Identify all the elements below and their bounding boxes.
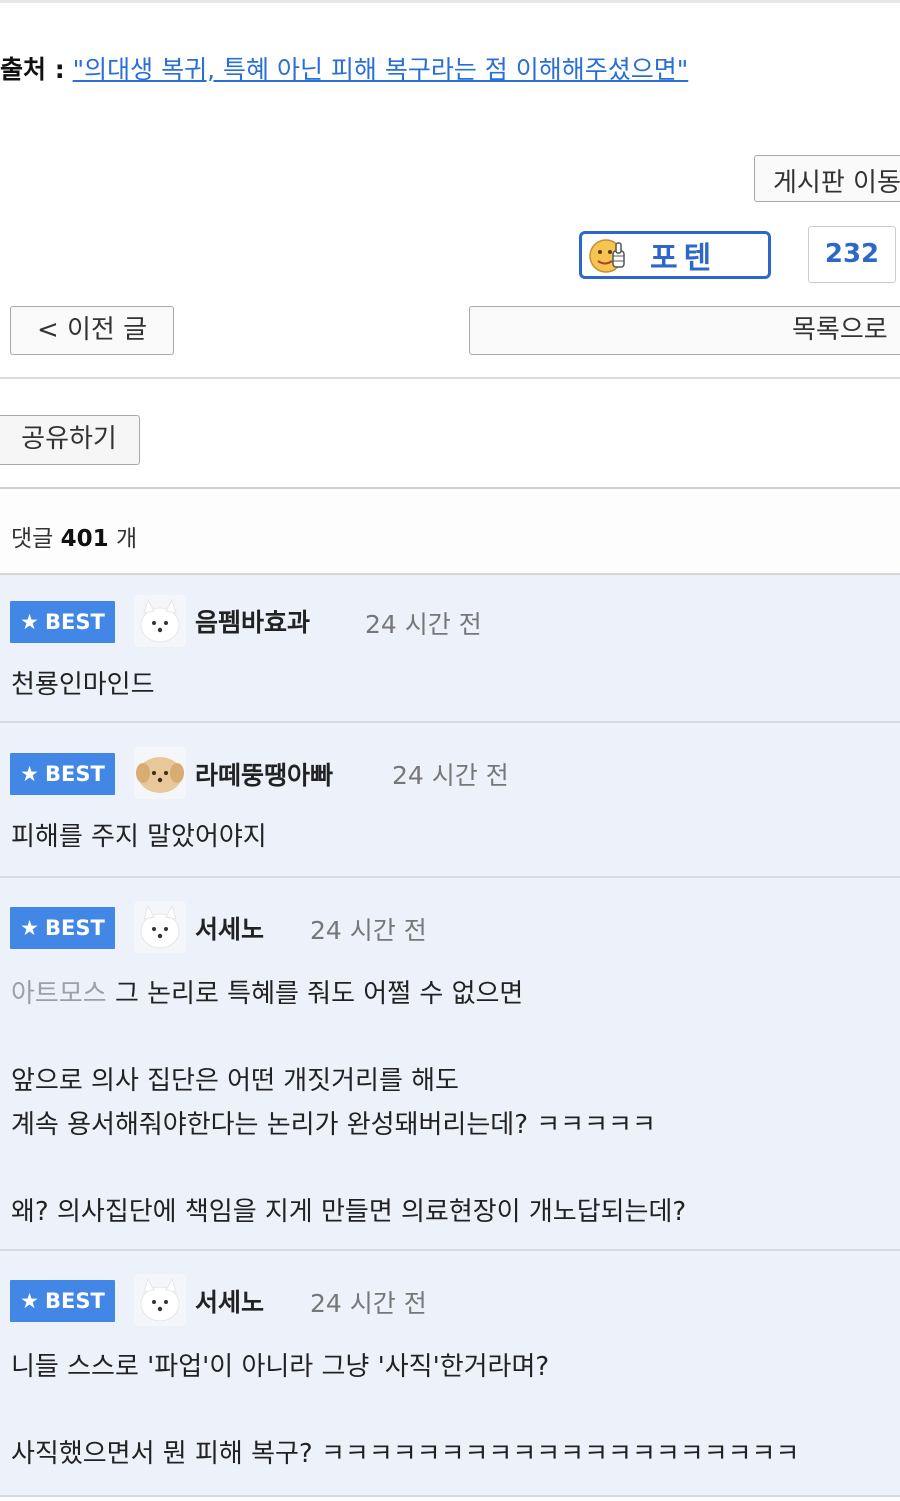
comment-nickname[interactable]: 라떼뚱땡아빠 (195, 756, 333, 792)
star-icon: ★ (20, 916, 39, 940)
poten-count: 232 (808, 226, 896, 283)
best-label: BEST (45, 916, 105, 940)
comment-text-line: 왜? 의사집단에 책임을 지게 만들면 의료현장이 개노답되는데? (11, 1197, 687, 1227)
comment-nickname[interactable]: 서세노 (195, 910, 264, 946)
comment-count: 401 (60, 526, 109, 552)
share-button[interactable]: 공유하기 (0, 415, 140, 465)
comment-text-line: 사직했으면서 뭔 피해 복구? ㅋㅋㅋㅋㅋㅋㅋㅋㅋㅋㅋㅋㅋㅋㅋㅋㅋㅋㅋㅋ (11, 1439, 800, 1469)
best-label: BEST (45, 762, 105, 786)
comment-item: ★ BEST 음펨바효과 24 시간 전 천룡인마인드 (0, 575, 900, 723)
source-link[interactable]: "의대생 복귀, 특혜 아닌 피해 복구라는 점 이해해주셨으면" (73, 55, 689, 84)
comment-time: 24 시간 전 (365, 610, 482, 639)
top-divider (0, 0, 900, 3)
comment-text: 아트모스 그 논리로 특혜를 줘도 어쩔 수 없으면 (11, 973, 523, 1010)
best-label: BEST (45, 610, 105, 634)
board-button[interactable]: 게시판 이동 (754, 155, 900, 202)
comment-header-suffix: 개 (115, 526, 138, 552)
comment-time: 24 시간 전 (392, 761, 509, 790)
comment-time: 24 시간 전 (310, 1289, 427, 1318)
comment-header-prefix: 댓글 (11, 526, 54, 552)
star-icon: ★ (20, 610, 39, 634)
best-badge: ★ BEST (10, 907, 115, 949)
divider (0, 377, 900, 379)
white-dog-avatar-icon[interactable] (134, 901, 186, 953)
comment-text-line: 니들 스스로 '파업'이 아니라 그냥 '사직'한거라며? (11, 1352, 550, 1382)
prev-post-button[interactable]: < 이전 글 (10, 306, 174, 355)
mention-link[interactable]: 아트모스 (11, 979, 107, 1009)
list-button[interactable]: 목록으로 (469, 306, 900, 355)
comment-nickname[interactable]: 음펨바효과 (195, 603, 310, 639)
star-icon: ★ (20, 1289, 39, 1313)
best-badge: ★ BEST (10, 1280, 115, 1322)
poten-button[interactable]: 포텐 (579, 231, 771, 279)
comment-text-line: 계속 용서해줘야한다는 논리가 완성돼버리는데? ㅋㅋㅋㅋㅋ (11, 1110, 656, 1140)
white-dog-avatar-icon[interactable] (134, 595, 186, 647)
comment-time: 24 시간 전 (310, 916, 427, 945)
comment-text: 피해를 주지 말았어야지 (11, 822, 267, 852)
brown-dog-avatar-icon[interactable] (134, 747, 186, 799)
best-label: BEST (45, 1289, 105, 1313)
comment-text-line: 그 논리로 특혜를 줘도 어쩔 수 없으면 (114, 979, 524, 1009)
source-line: 출처 : "의대생 복귀, 특혜 아닌 피해 복구라는 점 이해해주셨으면" (0, 50, 688, 86)
comment-item: ★ BEST 라떼뚱땡아빠 24 시간 전 피해를 주지 말았어야지 (0, 723, 900, 878)
comment-item: ★ BEST 서세노 24 시간 전 니들 스스로 '파업'이 아니라 그냥 '… (0, 1251, 900, 1497)
thumbs-up-face-icon (589, 239, 625, 273)
comment-item: ★ BEST 서세노 24 시간 전 아트모스 그 논리로 특혜를 줘도 어쩔 … (0, 878, 900, 1251)
best-badge: ★ BEST (10, 753, 115, 795)
best-badge: ★ BEST (10, 601, 115, 643)
comment-nickname[interactable]: 서세노 (195, 1283, 264, 1319)
star-icon: ★ (20, 762, 39, 786)
white-dog-avatar-icon[interactable] (134, 1274, 186, 1326)
source-label: 출처 : (0, 55, 65, 84)
comment-text: 천룡인마인드 (11, 670, 155, 700)
poten-label: 포텐 (650, 241, 718, 276)
comment-header: 댓글 401 개 (0, 487, 900, 575)
comment-text-line: 앞으로 의사 집단은 어떤 개짓거리를 해도 (11, 1066, 459, 1096)
